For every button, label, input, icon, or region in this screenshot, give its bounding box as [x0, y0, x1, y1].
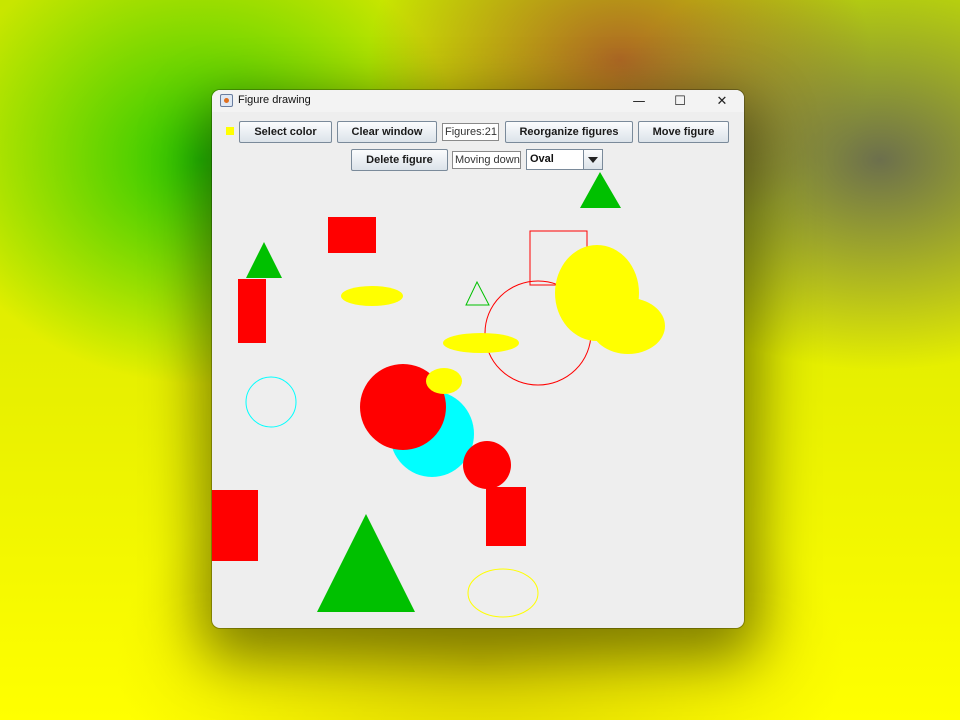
- yellow-oval-outline[interactable]: [467, 568, 539, 618]
- move-figure-button[interactable]: Move figure: [638, 121, 729, 143]
- shape-select-value: Oval: [530, 153, 554, 165]
- triangle-down-icon[interactable]: [583, 150, 602, 169]
- current-color-swatch: [226, 127, 234, 135]
- red-rectangle[interactable]: [212, 490, 258, 561]
- shape-select[interactable]: Oval: [526, 149, 603, 170]
- yellow-oval[interactable]: [426, 368, 462, 394]
- figure-drawing-window: Figure drawing — ☐ ✕ Select color Clear …: [212, 90, 744, 628]
- yellow-oval[interactable]: [555, 245, 639, 341]
- red-rectangle[interactable]: [238, 279, 266, 343]
- green-triangle[interactable]: [317, 514, 415, 612]
- delete-figure-button[interactable]: Delete figure: [351, 149, 448, 171]
- yellow-oval[interactable]: [341, 286, 403, 306]
- select-color-button[interactable]: Select color: [239, 121, 332, 143]
- cyan-oval-outline[interactable]: [245, 376, 297, 428]
- red-rectangle[interactable]: [486, 487, 526, 546]
- clear-window-button[interactable]: Clear window: [337, 121, 437, 143]
- red-oval[interactable]: [463, 441, 511, 489]
- reorganize-figures-button[interactable]: Reorganize figures: [505, 121, 633, 143]
- drawing-canvas[interactable]: [212, 90, 744, 628]
- green-triangle[interactable]: [246, 242, 282, 278]
- yellow-oval[interactable]: [443, 333, 519, 353]
- red-rectangle[interactable]: [328, 217, 376, 253]
- green-triangle-outline[interactable]: [465, 280, 490, 306]
- figures-count-field: Figures:21: [442, 123, 499, 141]
- direction-field: Moving down: [452, 151, 521, 169]
- green-triangle[interactable]: [580, 172, 621, 208]
